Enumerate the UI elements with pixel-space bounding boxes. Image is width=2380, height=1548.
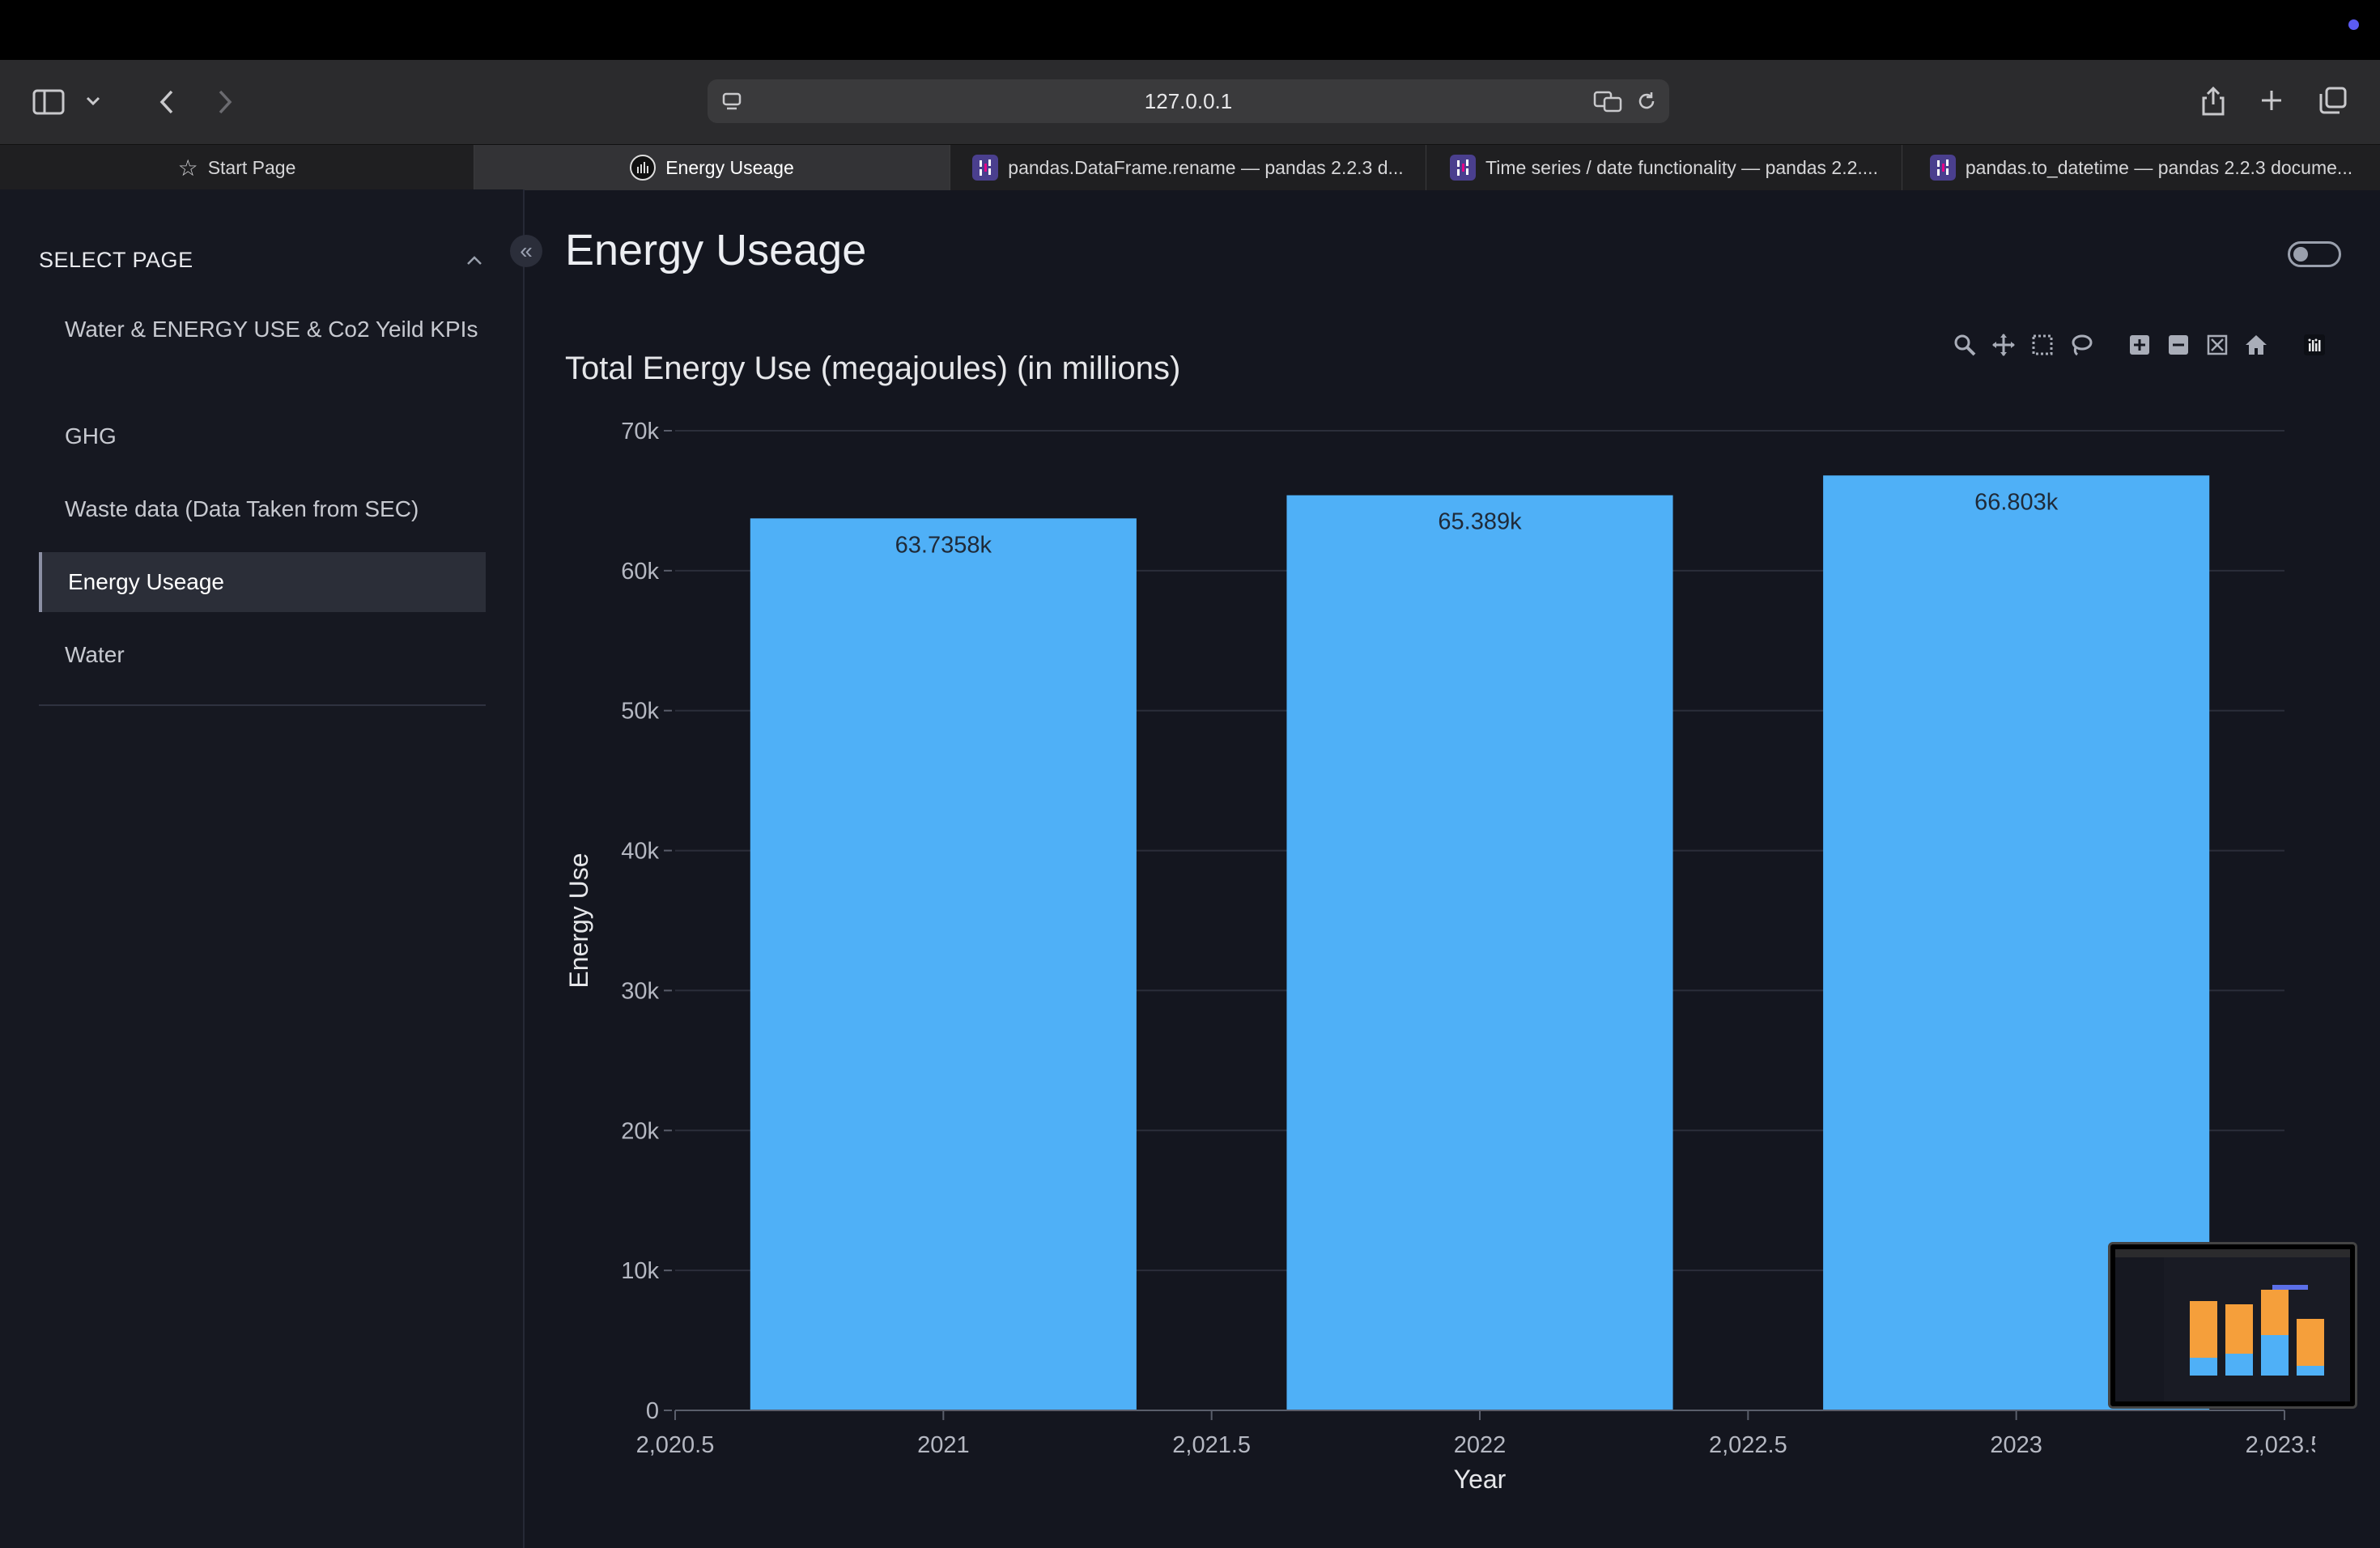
forward-icon[interactable] xyxy=(209,84,241,120)
x-tick-label: 2,021.5 xyxy=(1172,1432,1251,1458)
pandas-favicon-icon xyxy=(1450,155,1477,181)
thumbnail-image xyxy=(2115,1249,2350,1401)
page-title: Energy Useage xyxy=(565,226,867,274)
y-axis-label: Energy Use xyxy=(564,853,593,988)
tab-start-page[interactable]: ☆ Start Page xyxy=(0,145,474,190)
tab-pandas-timeseries[interactable]: Time series / date functionality — panda… xyxy=(1426,145,1902,190)
y-tick-label: 20k xyxy=(621,1118,659,1144)
share-icon[interactable] xyxy=(2195,81,2231,120)
tab-overview-icon[interactable] xyxy=(2315,83,2351,118)
chart-bars xyxy=(750,475,2210,1411)
sidebar-toggle-icon[interactable] xyxy=(31,84,66,120)
tab-label: pandas.to_datetime — pandas 2.2.3 docume… xyxy=(1965,156,2353,178)
sidebar: SELECT PAGE Water & ENERGY USE & Co2 Yei… xyxy=(0,189,525,1548)
tab-pandas-to-datetime[interactable]: pandas.to_datetime — pandas 2.2.3 docume… xyxy=(1902,145,2380,190)
system-menubar xyxy=(0,0,2380,60)
pandas-favicon-icon xyxy=(1929,155,1956,181)
new-tab-icon[interactable] xyxy=(2255,84,2288,117)
translate-icon[interactable] xyxy=(1592,88,1624,114)
y-tick-label: 10k xyxy=(621,1258,659,1284)
y-tick-label: 40k xyxy=(621,839,659,865)
tab-label: Start Page xyxy=(207,156,296,178)
y-tick-label: 50k xyxy=(621,699,659,725)
x-axis-label: Year xyxy=(1454,1465,1507,1494)
window-preview-thumbnail[interactable] xyxy=(2108,1242,2357,1409)
bar-data-label: 63.7358k xyxy=(895,532,992,558)
x-tick-label: 2023 xyxy=(1990,1432,2042,1458)
chart-title: Total Energy Use (megajoules) (in millio… xyxy=(565,351,1180,386)
tab-label: pandas.DataFrame.rename — pandas 2.2.3 d… xyxy=(1008,156,1404,178)
collapse-sidebar-button[interactable]: « xyxy=(510,235,542,267)
reload-icon[interactable] xyxy=(1634,88,1660,114)
x-tick-label: 2,022.5 xyxy=(1709,1432,1787,1458)
energy-use-chart: Total Energy Use (megajoules) (in millio… xyxy=(564,351,2315,1494)
sidebar-item-energy-useage[interactable]: Energy Useage xyxy=(39,552,486,612)
back-icon[interactable] xyxy=(151,84,183,120)
theme-toggle[interactable] xyxy=(2288,241,2341,267)
x-tick-label: 2021 xyxy=(917,1432,970,1458)
tab-label: Time series / date functionality — panda… xyxy=(1485,156,1878,178)
double-chevron-left-icon: « xyxy=(520,238,533,263)
tab-pandas-rename[interactable]: pandas.DataFrame.rename — pandas 2.2.3 d… xyxy=(950,145,1426,190)
star-icon: ☆ xyxy=(177,155,198,181)
tab-bar: ☆ Start Page Energy Useage pandas.DataFr… xyxy=(0,144,2380,190)
x-tick-label: 2,023.5 xyxy=(2246,1432,2315,1458)
y-tick-label: 60k xyxy=(621,559,659,585)
bar-2021[interactable] xyxy=(750,518,1137,1410)
chevron-down-icon[interactable] xyxy=(81,89,105,113)
address-bar[interactable]: 127.0.0.1 xyxy=(708,79,1669,123)
tab-energy-useage[interactable]: Energy Useage xyxy=(474,145,950,190)
select-page-heading[interactable]: SELECT PAGE xyxy=(39,248,193,273)
x-tick-label: 2022 xyxy=(1454,1432,1507,1458)
sidebar-item-waste-data[interactable]: Waste data (Data Taken from SEC) xyxy=(39,492,486,526)
chevron-up-icon[interactable] xyxy=(463,251,486,270)
address-text[interactable]: 127.0.0.1 xyxy=(708,79,1669,123)
tab-label: Energy Useage xyxy=(665,156,794,178)
y-tick-label: 70k xyxy=(621,419,659,444)
streamlit-favicon-icon xyxy=(630,155,657,181)
bar-data-label: 65.389k xyxy=(1438,509,1522,535)
pandas-favicon-icon xyxy=(972,155,999,181)
bar-2022[interactable] xyxy=(1286,495,1673,1411)
sidebar-item-water[interactable]: Water xyxy=(39,638,486,672)
x-tick-label: 2,020.5 xyxy=(636,1432,715,1458)
y-tick-label: 0 xyxy=(646,1398,659,1424)
sidebar-item-kpis[interactable]: Water & ENERGY USE & Co2 Yeild KPIs xyxy=(39,313,486,347)
status-dot-icon xyxy=(2348,19,2359,30)
nav-divider xyxy=(39,704,486,706)
y-tick-label: 30k xyxy=(621,978,659,1004)
bar-data-label: 66.803k xyxy=(1974,489,2059,515)
sidebar-item-ghg[interactable]: GHG xyxy=(39,419,486,453)
